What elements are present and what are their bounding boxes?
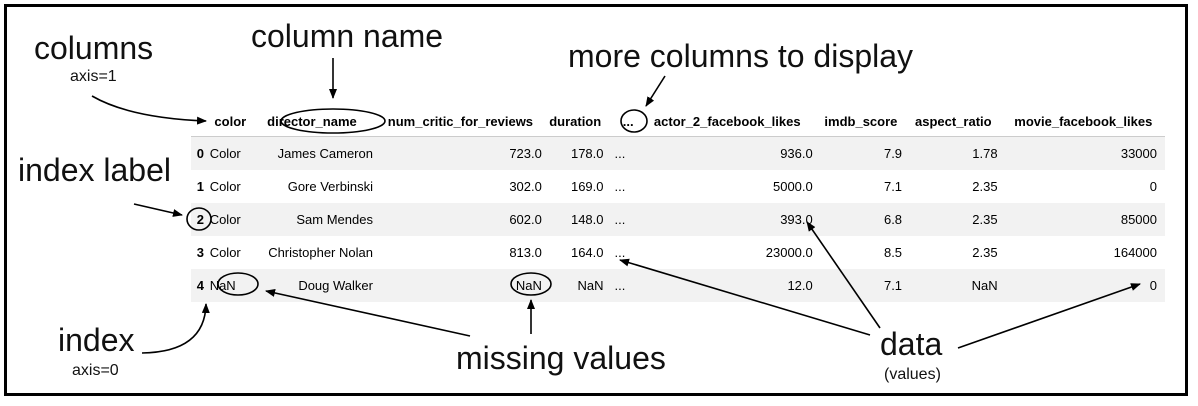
cell-actor-2-facebook-likes: 936.0 [780, 146, 813, 161]
cell-director-name: Gore Verbinski [287, 179, 373, 194]
cell-ellipsis: ... [614, 146, 626, 161]
data-values-label: (values) [884, 366, 941, 383]
row-index: 4 [196, 278, 204, 293]
cell-actor-2-facebook-likes: 12.0 [787, 278, 813, 293]
cell-duration: NaN [577, 278, 604, 293]
cell-movie-facebook-likes: 164000 [1113, 245, 1157, 260]
cell-color: Color [209, 146, 241, 161]
cell-ellipsis: ... [614, 278, 626, 293]
cell-num-critic: NaN [515, 278, 542, 293]
cell-duration: 169.0 [570, 179, 604, 194]
cell-imdb-score: 6.8 [883, 212, 903, 227]
cell-num-critic: 602.0 [509, 212, 542, 227]
header-actor-2-facebook-likes: actor_2_facebook_likes [641, 106, 820, 137]
cell-color: NaN [209, 278, 236, 293]
cell-color: Color [209, 179, 241, 194]
cell-color: Color [209, 212, 241, 227]
column-name-label: column name [251, 18, 444, 54]
missing-values-label: missing values [456, 340, 666, 376]
cell-actor-2-facebook-likes: 5000.0 [772, 179, 813, 194]
row-index: 1 [196, 179, 204, 194]
cell-num-critic: 723.0 [509, 146, 542, 161]
header-aspect-ratio: aspect_ratio [909, 106, 1010, 137]
cell-duration: 148.0 [570, 212, 604, 227]
index-label-label: index label [18, 152, 171, 188]
cell-imdb-score: 7.9 [883, 146, 903, 161]
table-row: 1 Color Gore Verbinski 302.0 169.0 ... 5… [191, 170, 1165, 203]
header-duration: duration [546, 106, 609, 137]
cell-duration: 178.0 [570, 146, 604, 161]
cell-actor-2-facebook-likes: 393.0 [780, 212, 813, 227]
cell-movie-facebook-likes: 0 [1149, 278, 1157, 293]
cell-aspect-ratio: 1.78 [972, 146, 998, 161]
table-row: 3 Color Christopher Nolan 813.0 164.0 ..… [191, 236, 1165, 269]
row-index: 2 [196, 212, 204, 227]
header-row: color director_name num_critic_for_revie… [191, 106, 1165, 137]
cell-movie-facebook-likes: 85000 [1120, 212, 1157, 227]
cell-ellipsis: ... [614, 212, 626, 227]
cell-color: Color [209, 245, 241, 260]
cell-aspect-ratio: 2.35 [972, 179, 998, 194]
cell-director-name: Sam Mendes [296, 212, 373, 227]
header-imdb-score: imdb_score [819, 106, 910, 137]
header-movie-facebook-likes: movie_facebook_likes [1009, 106, 1165, 137]
cell-aspect-ratio: 2.35 [972, 212, 998, 227]
dataframe-table: color director_name num_critic_for_revie… [191, 106, 1165, 302]
cell-ellipsis: ... [614, 179, 626, 194]
header-color: color [209, 106, 251, 137]
table-row: 4 NaN Doug Walker NaN NaN ... 12.0 7.1 N… [191, 269, 1165, 302]
cell-aspect-ratio: NaN [971, 278, 998, 293]
cell-ellipsis: ... [614, 245, 626, 260]
cell-imdb-score: 7.1 [883, 278, 903, 293]
header-ellipsis: ... [608, 106, 642, 137]
cell-aspect-ratio: 2.35 [972, 245, 998, 260]
header-index-corner [191, 106, 210, 137]
cell-imdb-score: 8.5 [883, 245, 903, 260]
table-row: 2 Color Sam Mendes 602.0 148.0 ... 393.0… [191, 203, 1165, 236]
cell-num-critic: 813.0 [509, 245, 542, 260]
more-columns-label: more columns to display [568, 38, 914, 74]
cell-movie-facebook-likes: 0 [1149, 179, 1157, 194]
columns-axis-label: axis=1 [70, 68, 117, 85]
columns-label: columns [34, 30, 154, 66]
table-row: 0 Color James Cameron 723.0 178.0 ... 93… [191, 136, 1165, 170]
index-axis-label: axis=0 [72, 362, 119, 379]
cell-imdb-score: 7.1 [883, 179, 903, 194]
row-index: 3 [196, 245, 204, 260]
header-director-name: director_name [250, 106, 379, 137]
cell-duration: 164.0 [570, 245, 604, 260]
index-label: index [58, 322, 135, 358]
cell-movie-facebook-likes: 33000 [1120, 146, 1157, 161]
cell-num-critic: 302.0 [509, 179, 542, 194]
row-index: 0 [196, 146, 204, 161]
cell-actor-2-facebook-likes: 23000.0 [765, 245, 813, 260]
header-num-critic: num_critic_for_reviews [378, 106, 547, 137]
data-label: data [880, 326, 943, 362]
cell-director-name: Doug Walker [298, 278, 373, 293]
cell-director-name: James Cameron [277, 146, 373, 161]
cell-director-name: Christopher Nolan [268, 245, 373, 260]
